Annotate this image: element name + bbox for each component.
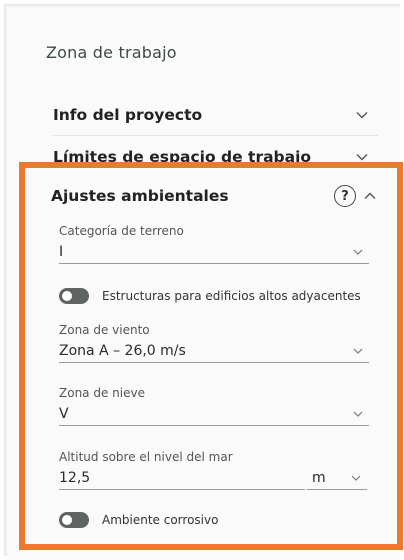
altitude-unit-select[interactable]: m (307, 467, 367, 490)
question-circle-icon[interactable]: ? (334, 185, 356, 207)
accordion-project-info[interactable]: Info del proyecto (53, 95, 378, 136)
accordion-label: Info del proyecto (53, 106, 203, 124)
tall-buildings-toggle-row: Estructuras para edificios altos adyacen… (59, 288, 361, 304)
snow-zone-label: Zona de nieve (59, 386, 145, 400)
tall-buildings-toggle-label: Estructuras para edificios altos adyacen… (102, 289, 361, 303)
corrosive-toggle-label: Ambiente corrosivo (102, 513, 219, 527)
chevron-down-icon (353, 348, 363, 354)
chevron-up-icon (364, 192, 376, 199)
wind-zone-label: Zona de viento (59, 323, 150, 337)
wind-zone-field: Zona de viento Zona A – 26,0 m/s (59, 323, 369, 363)
snow-zone-value: V (59, 406, 69, 422)
terrain-category-label: Categoría de terreno (59, 224, 184, 238)
accordion-environment-settings[interactable]: Ajustes ambientales ? (51, 184, 376, 208)
altitude-input[interactable]: 12,5 (59, 467, 305, 490)
chevron-down-icon (353, 411, 363, 417)
wind-zone-select[interactable]: Zona A – 26,0 m/s (59, 340, 369, 363)
panel-title: Zona de trabajo (46, 43, 177, 62)
terrain-category-value: I (59, 244, 64, 260)
altitude-unit-value: m (312, 470, 326, 486)
chevron-down-icon (353, 249, 363, 255)
corrosive-toggle-row: Ambiente corrosivo (59, 512, 218, 528)
environment-settings-section: Ajustes ambientales ? Categoría de terre… (19, 162, 403, 550)
altitude-label: Altitud sobre el nivel del mar (59, 450, 233, 464)
terrain-category-select[interactable]: I (59, 241, 369, 264)
terrain-category-field: Categoría de terreno I (59, 224, 369, 264)
section-title: Ajustes ambientales (51, 187, 229, 205)
snow-zone-select[interactable]: V (59, 403, 369, 426)
chevron-down-icon (356, 112, 368, 119)
snow-zone-field: Zona de nieve V (59, 386, 369, 426)
chevron-down-icon (351, 475, 361, 481)
corrosive-toggle[interactable] (59, 512, 89, 528)
altitude-field: Altitud sobre el nivel del mar 12,5 (59, 450, 369, 490)
tall-buildings-toggle[interactable] (59, 288, 89, 304)
wind-zone-value: Zona A – 26,0 m/s (59, 343, 186, 359)
altitude-value: 12,5 (59, 470, 91, 486)
